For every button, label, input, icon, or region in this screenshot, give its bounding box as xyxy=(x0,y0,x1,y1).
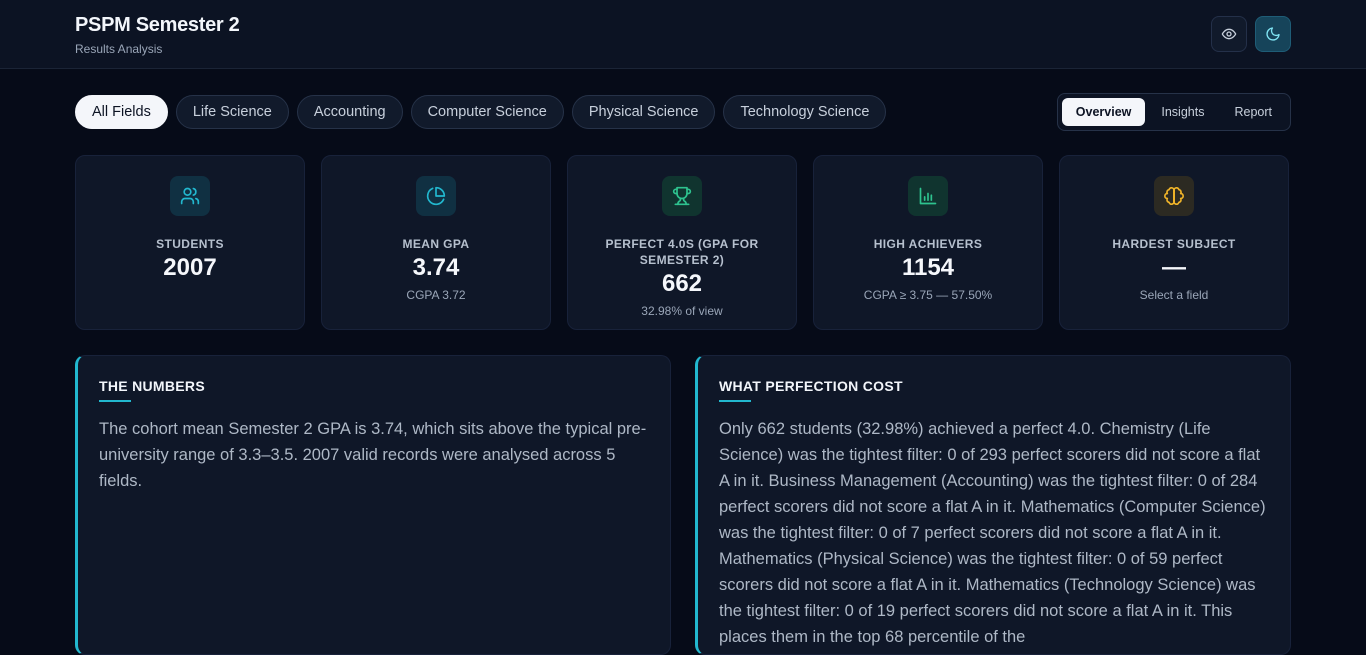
stat-card-perfect-scores: Perfect 4.0s (GPA for Semester 2) 662 32… xyxy=(567,155,797,330)
field-filter-bar: All Fields Life Science Accounting Compu… xyxy=(75,95,887,129)
stat-value: — xyxy=(1162,254,1186,281)
brand: PSPM Semester 2 Results Analysis xyxy=(75,14,240,56)
stat-icon-perfect-scores xyxy=(662,176,702,216)
bar-chart-icon xyxy=(919,187,937,205)
tab-overview[interactable]: Overview xyxy=(1061,98,1146,126)
stat-subtext: 32.98% of view xyxy=(641,304,723,318)
panel-title: What Perfection Cost xyxy=(719,378,903,394)
filter-computer-science[interactable]: Computer Science xyxy=(410,95,564,129)
stat-label: Perfect 4.0s (GPA for Semester 2) xyxy=(605,237,759,267)
brain-icon xyxy=(1164,186,1184,206)
theme-toggle-button[interactable] xyxy=(1255,16,1291,52)
filter-all-fields[interactable]: All Fields xyxy=(75,95,168,129)
perfection-cost-panel: What Perfection Cost Only 662 students (… xyxy=(695,355,1291,655)
stat-label: Students xyxy=(156,237,224,251)
app-subtitle: Results Analysis xyxy=(75,42,163,56)
stat-icon-high-achievers xyxy=(908,176,948,216)
filter-life-science[interactable]: Life Science xyxy=(175,95,289,129)
filter-physical-science[interactable]: Physical Science xyxy=(571,95,716,129)
stat-value: 662 xyxy=(661,270,703,297)
view-tabs: Overview Insights Report xyxy=(1056,93,1291,131)
stat-icon-hardest-subject xyxy=(1154,176,1194,216)
tab-report[interactable]: Report xyxy=(1220,98,1286,126)
stat-label: High Achievers xyxy=(873,237,983,251)
stat-subtext: Select a field xyxy=(1139,288,1209,302)
top-bar: PSPM Semester 2 Results Analysis xyxy=(0,0,1366,69)
stat-card-mean-gpa: Mean GPA 3.74 CGPA 3.72 xyxy=(321,155,551,330)
stat-label: Hardest Subject xyxy=(1112,237,1236,251)
panel-title: The Numbers xyxy=(99,378,205,394)
top-actions xyxy=(1211,16,1291,52)
stat-subtext: CGPA ≥ 3.75 — 57.50% xyxy=(863,288,993,302)
moon-icon xyxy=(1266,27,1280,41)
tab-insights[interactable]: Insights xyxy=(1147,98,1218,126)
visibility-toggle-button[interactable] xyxy=(1211,16,1247,52)
stat-card-hardest-subject: Hardest Subject — Select a field xyxy=(1059,155,1289,330)
panel-title-underline xyxy=(719,400,751,402)
stat-value: 3.74 xyxy=(412,254,460,281)
stat-cards: Students 2007 Mean GPA 3.74 CGPA 3.72 Pe… xyxy=(75,155,1289,330)
numbers-panel: The Numbers The cohort mean Semester 2 G… xyxy=(75,355,671,655)
stat-value: 1154 xyxy=(901,254,955,281)
stat-value: 2007 xyxy=(163,254,217,281)
panel-title-underline xyxy=(99,400,131,402)
stat-label: Mean GPA xyxy=(402,237,470,251)
stat-icon-mean-gpa xyxy=(416,176,456,216)
app-title: PSPM Semester 2 xyxy=(75,14,240,36)
filter-technology-science[interactable]: Technology Science xyxy=(723,95,887,129)
pie-chart-icon xyxy=(426,186,446,206)
stat-card-high-achievers: High Achievers 1154 CGPA ≥ 3.75 — 57.50% xyxy=(813,155,1043,330)
panel-body: The cohort mean Semester 2 GPA is 3.74, … xyxy=(99,420,647,490)
stat-card-students: Students 2007 xyxy=(75,155,305,330)
stat-subtext: CGPA 3.72 xyxy=(406,288,466,302)
panel-body: Only 662 students (32.98%) achieved a pe… xyxy=(719,420,1266,646)
stat-icon-students xyxy=(170,176,210,216)
users-icon xyxy=(180,187,200,205)
trophy-icon xyxy=(672,186,692,206)
eye-icon xyxy=(1221,28,1237,40)
filter-accounting[interactable]: Accounting xyxy=(296,95,403,129)
